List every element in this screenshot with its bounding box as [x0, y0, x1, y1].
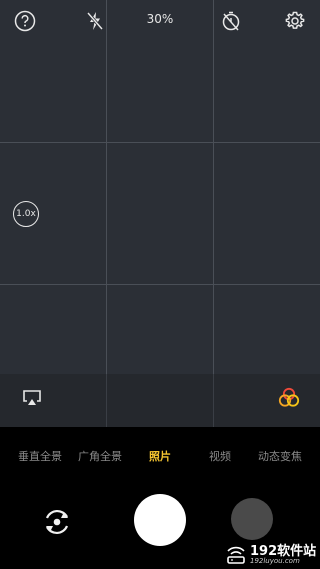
timer-off-icon[interactable]	[219, 9, 243, 33]
zoom-button[interactable]: 1.0x	[13, 201, 39, 227]
mode-selector: 垂直全景 广角全景 照片 视频 动态变焦	[0, 442, 320, 472]
mode-video[interactable]: 视频	[196, 442, 244, 472]
grid-line	[0, 284, 320, 285]
grid-line	[106, 0, 107, 427]
grid-line	[213, 374, 214, 427]
gear-icon[interactable]	[283, 9, 307, 33]
watermark-url: 192luyou.com	[250, 557, 300, 565]
grid-line	[0, 142, 320, 143]
router-icon	[227, 546, 245, 564]
grid-line	[213, 0, 214, 427]
gallery-thumbnail[interactable]	[231, 498, 273, 540]
shutter-button[interactable]	[134, 494, 186, 546]
mode-vertical-panorama[interactable]: 垂直全景	[16, 442, 64, 472]
mode-dynamic-zoom[interactable]: 动态变焦	[256, 442, 304, 472]
help-icon[interactable]	[13, 9, 37, 33]
tool-strip	[0, 374, 320, 427]
battery-level: 30%	[146, 12, 174, 26]
mode-wide-panorama[interactable]: 广角全景	[76, 442, 124, 472]
switch-camera-icon[interactable]	[40, 505, 74, 539]
mode-photo[interactable]: 照片	[136, 442, 184, 472]
filters-icon[interactable]	[276, 385, 302, 411]
watermark: 192软件站 192luyou.com	[222, 540, 320, 569]
grid-line	[106, 374, 107, 427]
camera-viewfinder[interactable]: 30% 1.0x	[0, 0, 320, 427]
screen-mirror-icon[interactable]	[20, 386, 44, 410]
flash-off-icon[interactable]	[83, 9, 107, 33]
